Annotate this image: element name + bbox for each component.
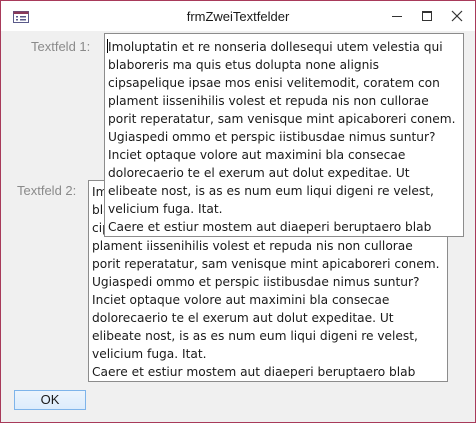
text-caret [107, 39, 108, 53]
form-window: frmZweiTextfelder Textfeld 1: Textfeld 2… [0, 0, 476, 423]
ok-button[interactable]: OK [14, 390, 86, 410]
textfeld2-label: Textfeld 2: [17, 183, 77, 198]
minimize-icon [392, 16, 402, 17]
textfeld1-content: Imoluptatin et re nonseria dollesequi ut… [108, 40, 456, 234]
minimize-button[interactable] [382, 1, 412, 31]
maximize-button[interactable] [412, 1, 442, 31]
textfeld1-textbox[interactable]: Imoluptatin et re nonseria dollesequi ut… [104, 33, 464, 237]
close-icon [451, 10, 463, 22]
textfeld1-label: Textfeld 1: [31, 39, 91, 54]
maximize-icon [422, 11, 432, 21]
close-button[interactable] [442, 1, 472, 31]
form-detail-section: Textfeld 1: Textfeld 2: Imoluptatin et r… [1, 31, 475, 422]
title-bar[interactable]: frmZweiTextfelder [1, 1, 475, 31]
